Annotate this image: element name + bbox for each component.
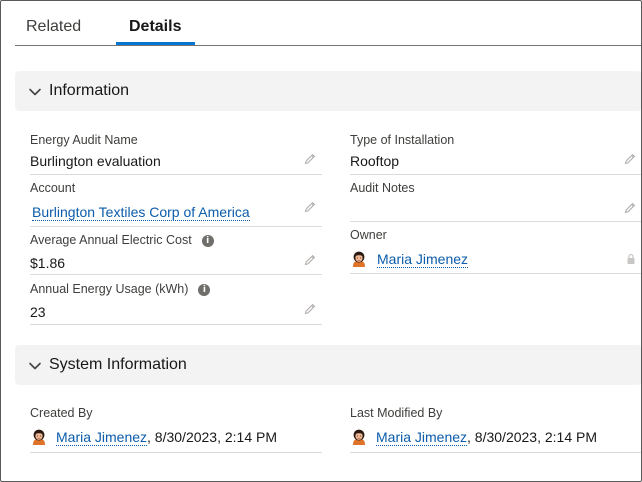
field-owner: Owner Maria Jimenez [350, 228, 642, 274]
pencil-icon[interactable] [304, 153, 316, 165]
pencil-icon[interactable] [304, 201, 316, 213]
field-annual-energy-usage: Annual Energy Usage (kWh) i 23 [30, 282, 322, 325]
field-label-text: Average Annual Electric Cost [30, 233, 192, 247]
field-value: $1.86 [30, 255, 66, 271]
avatar [350, 428, 368, 446]
field-label: Audit Notes [350, 181, 415, 195]
info-icon[interactable]: i [198, 284, 211, 296]
tab-related[interactable]: Related [26, 18, 81, 36]
field-label: Energy Audit Name [30, 133, 138, 147]
last-modified-by-user-link[interactable]: Maria Jimenez [376, 429, 468, 446]
account-link[interactable]: Burlington Textiles Corp of America [32, 204, 250, 221]
created-by-user-link[interactable]: Maria Jimenez [56, 429, 148, 446]
field-divider [350, 221, 642, 222]
field-divider [350, 452, 642, 453]
pencil-icon[interactable] [624, 153, 636, 165]
field-label: Last Modified By [350, 406, 443, 420]
section-system-information-header[interactable]: System Information [15, 345, 642, 385]
field-divider [350, 174, 642, 175]
field-label: Created By [30, 406, 93, 420]
field-divider [30, 452, 322, 453]
field-type-of-installation: Type of Installation Rooftop [350, 133, 642, 175]
pencil-icon[interactable] [304, 254, 316, 266]
chevron-down-icon [28, 85, 42, 99]
avatar [30, 428, 48, 446]
pencil-icon[interactable] [304, 303, 316, 315]
field-created-by: Created By Maria Jimenez, 8/30/2023, 2:1… [30, 406, 322, 453]
created-date: , 8/30/2023, 2:14 PM [147, 429, 278, 445]
field-label-text: Annual Energy Usage (kWh) [30, 282, 189, 296]
field-audit-notes: Audit Notes [350, 181, 642, 222]
field-label: Owner [350, 228, 387, 242]
field-average-annual-electric-cost: Average Annual Electric Cost i $1.86 [30, 233, 322, 275]
field-label: Annual Energy Usage (kWh) i [30, 282, 211, 296]
field-last-modified-by: Last Modified By Maria Jimenez, 8/30/202… [350, 406, 642, 453]
field-divider [30, 274, 322, 275]
field-account: Account Burlington Textiles Corp of Amer… [30, 181, 322, 227]
field-value: Maria Jimenez, 8/30/2023, 2:14 PM [56, 429, 278, 446]
field-label: Account [30, 181, 76, 195]
chevron-down-icon [28, 359, 42, 373]
pencil-icon[interactable] [624, 202, 636, 214]
field-value: Burlington evaluation [30, 153, 161, 169]
field-label: Average Annual Electric Cost i [30, 233, 214, 247]
tab-details[interactable]: Details [129, 18, 181, 36]
avatar [350, 250, 368, 268]
section-information-title: Information [49, 82, 130, 99]
owner-link[interactable]: Maria Jimenez [377, 251, 469, 268]
field-value: Maria Jimenez, 8/30/2023, 2:14 PM [376, 429, 598, 446]
section-information-header[interactable]: Information [15, 71, 642, 111]
lock-icon [626, 253, 636, 265]
field-value: Burlington Textiles Corp of America [32, 204, 250, 221]
tab-bar-divider [15, 45, 642, 46]
tab-bar: Related Details [0, 0, 642, 47]
info-icon[interactable]: i [201, 235, 214, 247]
field-energy-audit-name: Energy Audit Name Burlington evaluation [30, 133, 322, 175]
field-value: 23 [30, 304, 46, 320]
field-divider [30, 324, 322, 325]
field-label: Type of Installation [350, 133, 455, 147]
field-value: Maria Jimenez [377, 251, 469, 268]
section-system-information-title: System Information [49, 356, 187, 373]
field-divider [350, 273, 642, 274]
last-modified-date: , 8/30/2023, 2:14 PM [467, 429, 598, 445]
field-divider [30, 174, 322, 175]
field-value: Rooftop [350, 153, 400, 169]
field-divider [30, 226, 322, 227]
